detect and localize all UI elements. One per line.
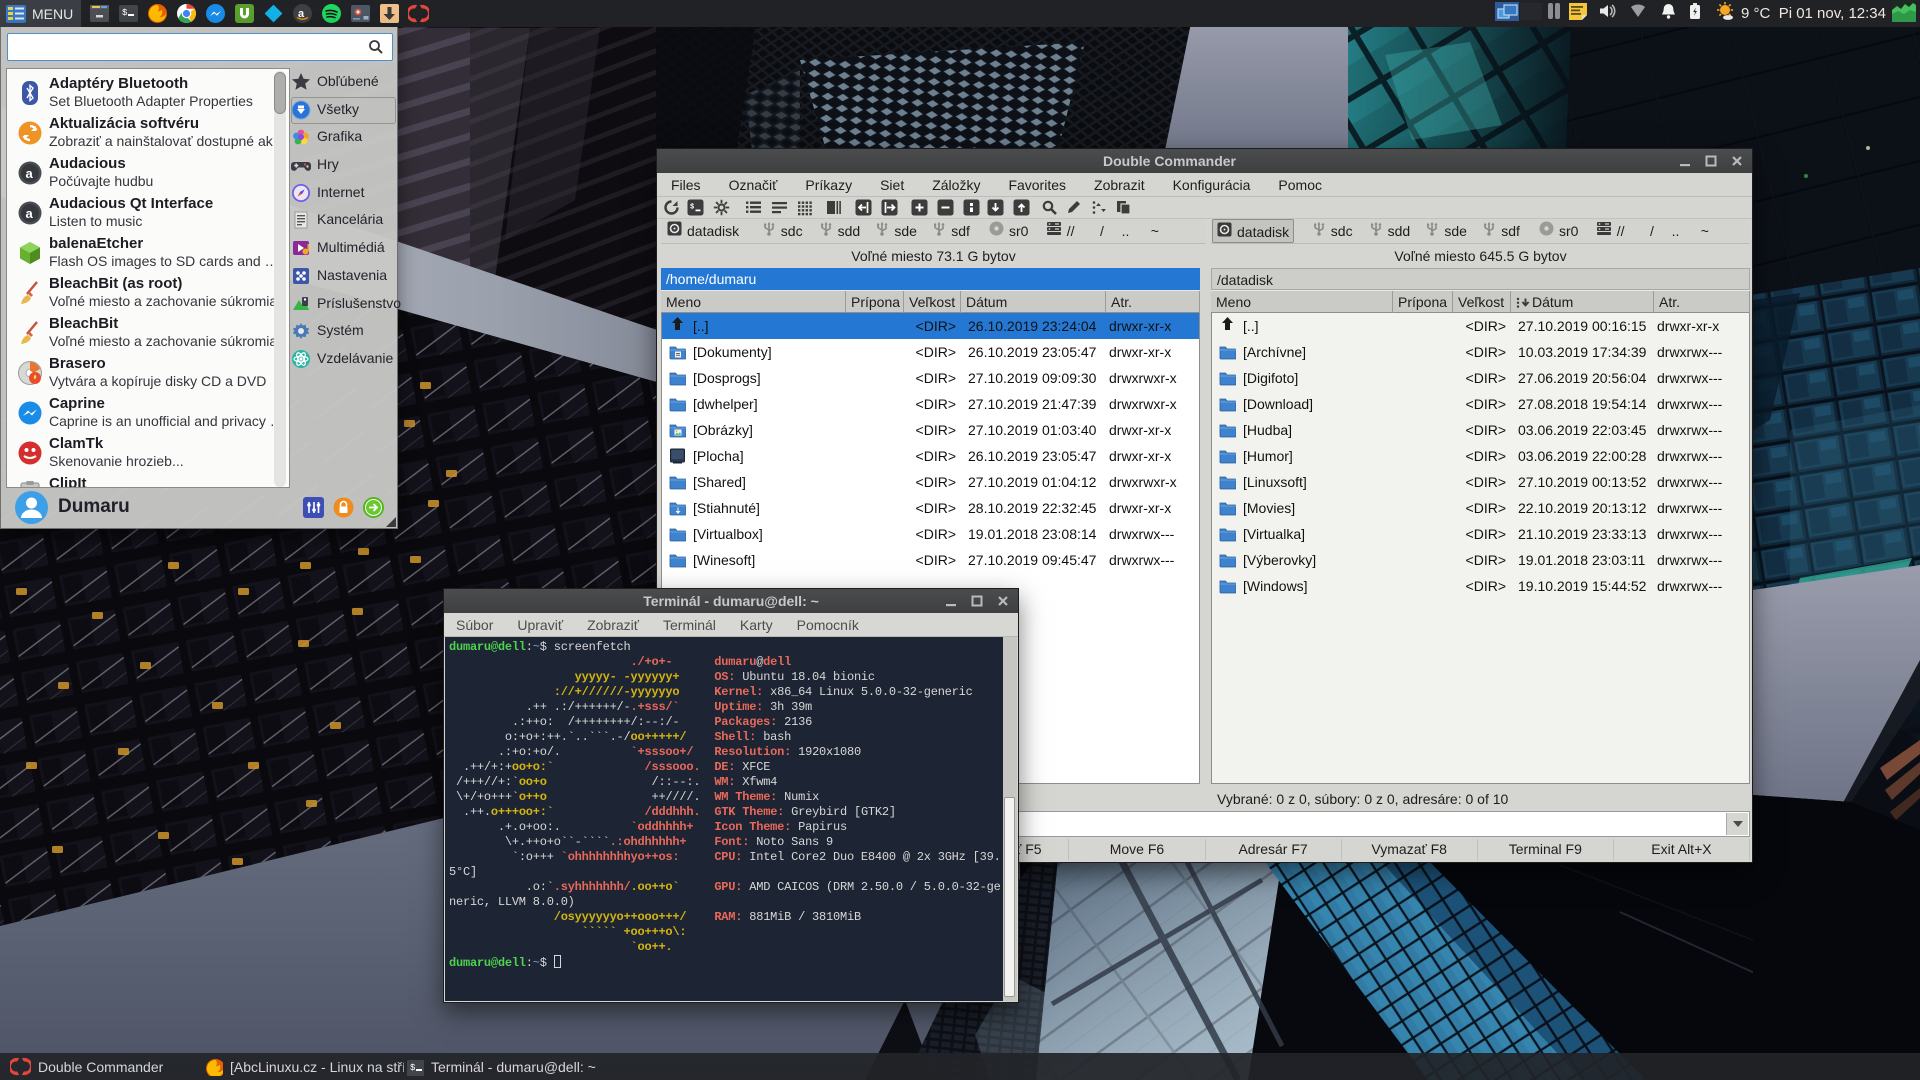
svg-text:$: $ (690, 204, 694, 212)
svg-text:$: $ (410, 1063, 416, 1073)
svg-text:a: a (26, 206, 34, 221)
svg-text:a: a (26, 166, 34, 181)
svg-text:$: $ (122, 8, 128, 18)
